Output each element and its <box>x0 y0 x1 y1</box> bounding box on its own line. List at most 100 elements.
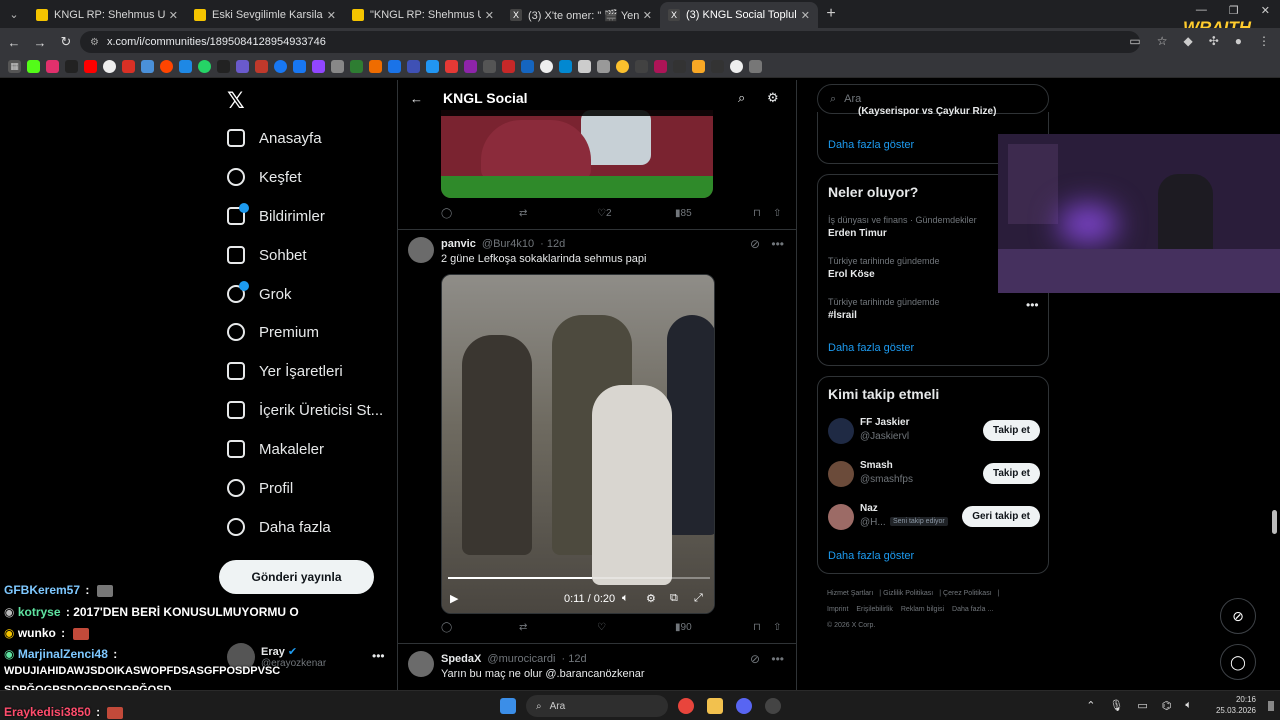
grok-fab-icon[interactable]: ⊘ <box>1220 598 1256 634</box>
nav-item-notifications[interactable]: Bildirimler <box>227 201 325 231</box>
chevron-up-icon[interactable]: ⌃ <box>1086 699 1095 712</box>
browser-tab-1[interactable]: KNGL RP: Shehmus Ulash (TV S ✕ <box>28 2 186 28</box>
fullscreen-icon[interactable]: ⤢ <box>694 592 703 605</box>
back-arrow-icon[interactable]: ← <box>2 35 26 50</box>
repost-icon[interactable]: ⇄ <box>519 208 527 219</box>
nav-item-grok[interactable]: Grok <box>227 279 292 309</box>
chrome-icon[interactable] <box>678 698 694 714</box>
scrollbar[interactable] <box>1272 510 1277 534</box>
nav-item-articles[interactable]: Makaleler <box>227 434 324 464</box>
bookmark-icon[interactable] <box>255 60 268 73</box>
bookmark-icon[interactable] <box>65 60 78 73</box>
avatar[interactable] <box>408 237 434 263</box>
bookmark-icon[interactable] <box>274 60 287 73</box>
bookmark-icon[interactable] <box>464 60 477 73</box>
bookmark-icon[interactable] <box>198 60 211 73</box>
avatar[interactable] <box>408 651 434 677</box>
follow-name[interactable]: FF Jaskier <box>860 417 909 428</box>
post-time[interactable]: · 12d <box>540 238 565 250</box>
follow-back-button[interactable]: Geri takip et <box>962 506 1040 527</box>
bookmark-icon[interactable] <box>635 60 648 73</box>
search-icon[interactable]: ⌕ <box>738 90 745 106</box>
extension-icon[interactable]: ◆ <box>1183 34 1192 48</box>
close-window-icon[interactable]: ✕ <box>1261 4 1270 17</box>
bookmark-icon[interactable] <box>749 60 762 73</box>
forward-arrow-icon[interactable]: → <box>28 35 52 50</box>
tab-search-button[interactable]: ⌄ <box>0 0 28 28</box>
bookmark-icon[interactable] <box>673 60 686 73</box>
bookmark-icon[interactable] <box>312 60 325 73</box>
bookmark-icon[interactable] <box>350 60 363 73</box>
bookmark-icon[interactable] <box>559 60 572 73</box>
grok-icon[interactable]: ⊘ <box>750 237 760 251</box>
post-handle[interactable]: @Bur4k10 <box>482 238 534 250</box>
messages-fab-icon[interactable]: ◯ <box>1220 644 1256 680</box>
bookmark-icon[interactable] <box>179 60 192 73</box>
bookmark-icon[interactable] <box>711 60 724 73</box>
cast-icon[interactable]: ▭ <box>1129 34 1140 48</box>
post-button[interactable]: Gönderi yayınla <box>219 560 374 594</box>
app-icon[interactable] <box>765 698 781 714</box>
bookmark-icon[interactable] <box>369 60 382 73</box>
bookmark-icon[interactable] <box>236 60 249 73</box>
minimize-icon[interactable]: — <box>1196 4 1207 17</box>
video-player[interactable]: ▶ 0:11 / 0:20 🔈︎ ⚙ ⧉ ⤢ <box>441 274 715 614</box>
browser-tab-5-active[interactable]: X (3) KNGL Social Topluluk / X ✕ <box>660 2 818 28</box>
play-icon[interactable]: ▶ <box>450 592 458 605</box>
bookmark-icon[interactable]: ⊓ <box>753 208 761 219</box>
bookmark-icon[interactable] <box>331 60 344 73</box>
footer-link[interactable]: Daha fazla ... <box>952 606 993 613</box>
more-dots-icon[interactable]: ••• <box>372 649 385 663</box>
post-author[interactable]: SpedaX <box>441 653 481 665</box>
like-icon[interactable]: ♡ <box>597 622 606 633</box>
back-arrow-icon[interactable]: ← <box>410 91 423 106</box>
microphone-icon[interactable]: 🎙︎ <box>1109 699 1123 712</box>
bookmark-star-icon[interactable]: ☆ <box>1157 34 1168 48</box>
volume-icon[interactable]: 🔈︎ <box>1185 699 1192 712</box>
bookmark-icon[interactable] <box>597 60 610 73</box>
follow-name[interactable]: Naz <box>860 503 878 514</box>
more-dots-icon[interactable]: ••• <box>771 652 784 666</box>
more-dots-icon[interactable]: ••• <box>771 237 784 251</box>
views-button[interactable]: ▮ 90 <box>675 622 692 633</box>
system-clock[interactable]: 20:16 25.03.2026 <box>1216 694 1256 716</box>
nav-item-chat[interactable]: Sohbet <box>227 240 307 270</box>
bookmark-icon[interactable] <box>46 60 59 73</box>
avatar[interactable] <box>828 418 854 444</box>
bookmark-icon[interactable] <box>730 60 743 73</box>
nav-item-bookmarks[interactable]: Yer İşaretleri <box>227 356 343 386</box>
tab-close-icon[interactable]: ✕ <box>169 9 178 22</box>
nav-item-premium[interactable]: Premium <box>227 317 319 347</box>
show-more-link[interactable]: Daha fazla göster <box>828 550 914 562</box>
reply-icon[interactable]: ◯ <box>441 208 452 219</box>
volume-icon[interactable]: 🔈︎ <box>622 592 629 605</box>
browser-tab-4[interactable]: X (3) X'te omer: " 🎬 Yeni Bölüm ✕ <box>502 2 660 28</box>
share-icon[interactable]: ⇧ <box>773 622 781 633</box>
bookmark-icon[interactable] <box>388 60 401 73</box>
address-bar[interactable]: ⚙ x.com/i/communities/189508412895493374… <box>80 31 1140 53</box>
post-handle[interactable]: @murocicardi <box>487 653 555 665</box>
puzzle-icon[interactable]: ✣ <box>1209 34 1219 48</box>
nav-item-more[interactable]: Daha fazla <box>227 512 331 542</box>
bookmark-icon[interactable] <box>654 60 667 73</box>
nav-item-profile[interactable]: Profil <box>227 473 293 503</box>
avatar[interactable] <box>828 504 854 530</box>
footer-link[interactable]: Hizmet Şartları <box>827 590 873 597</box>
follow-suggestion[interactable]: Naz @H... Seni takip ediyor Geri takip e… <box>828 502 1040 532</box>
bookmark-icon[interactable] <box>122 60 135 73</box>
reload-icon[interactable]: ↻ <box>54 34 78 50</box>
show-more-link[interactable]: Daha fazla göster <box>828 139 914 151</box>
video-settings-icon[interactable]: ⚙ <box>646 592 656 605</box>
footer-link[interactable]: Erişilebilirlik <box>856 606 893 613</box>
follow-button[interactable]: Takip et <box>982 420 1040 441</box>
nav-item-home[interactable]: Anasayfa <box>227 123 322 153</box>
repost-icon[interactable]: ⇄ <box>519 622 527 633</box>
bookmark-icon[interactable] <box>616 60 629 73</box>
file-explorer-icon[interactable] <box>707 698 723 714</box>
nav-item-explore[interactable]: Keşfet <box>227 162 302 192</box>
footer-link[interactable]: Çerez Politikası <box>943 590 992 597</box>
post-media-image[interactable] <box>441 110 713 198</box>
post-author[interactable]: panvic <box>441 238 476 250</box>
trend-item[interactable]: Erden Timur <box>828 228 887 239</box>
follow-suggestion[interactable]: Smash @smashfps Takip et <box>828 459 1040 489</box>
